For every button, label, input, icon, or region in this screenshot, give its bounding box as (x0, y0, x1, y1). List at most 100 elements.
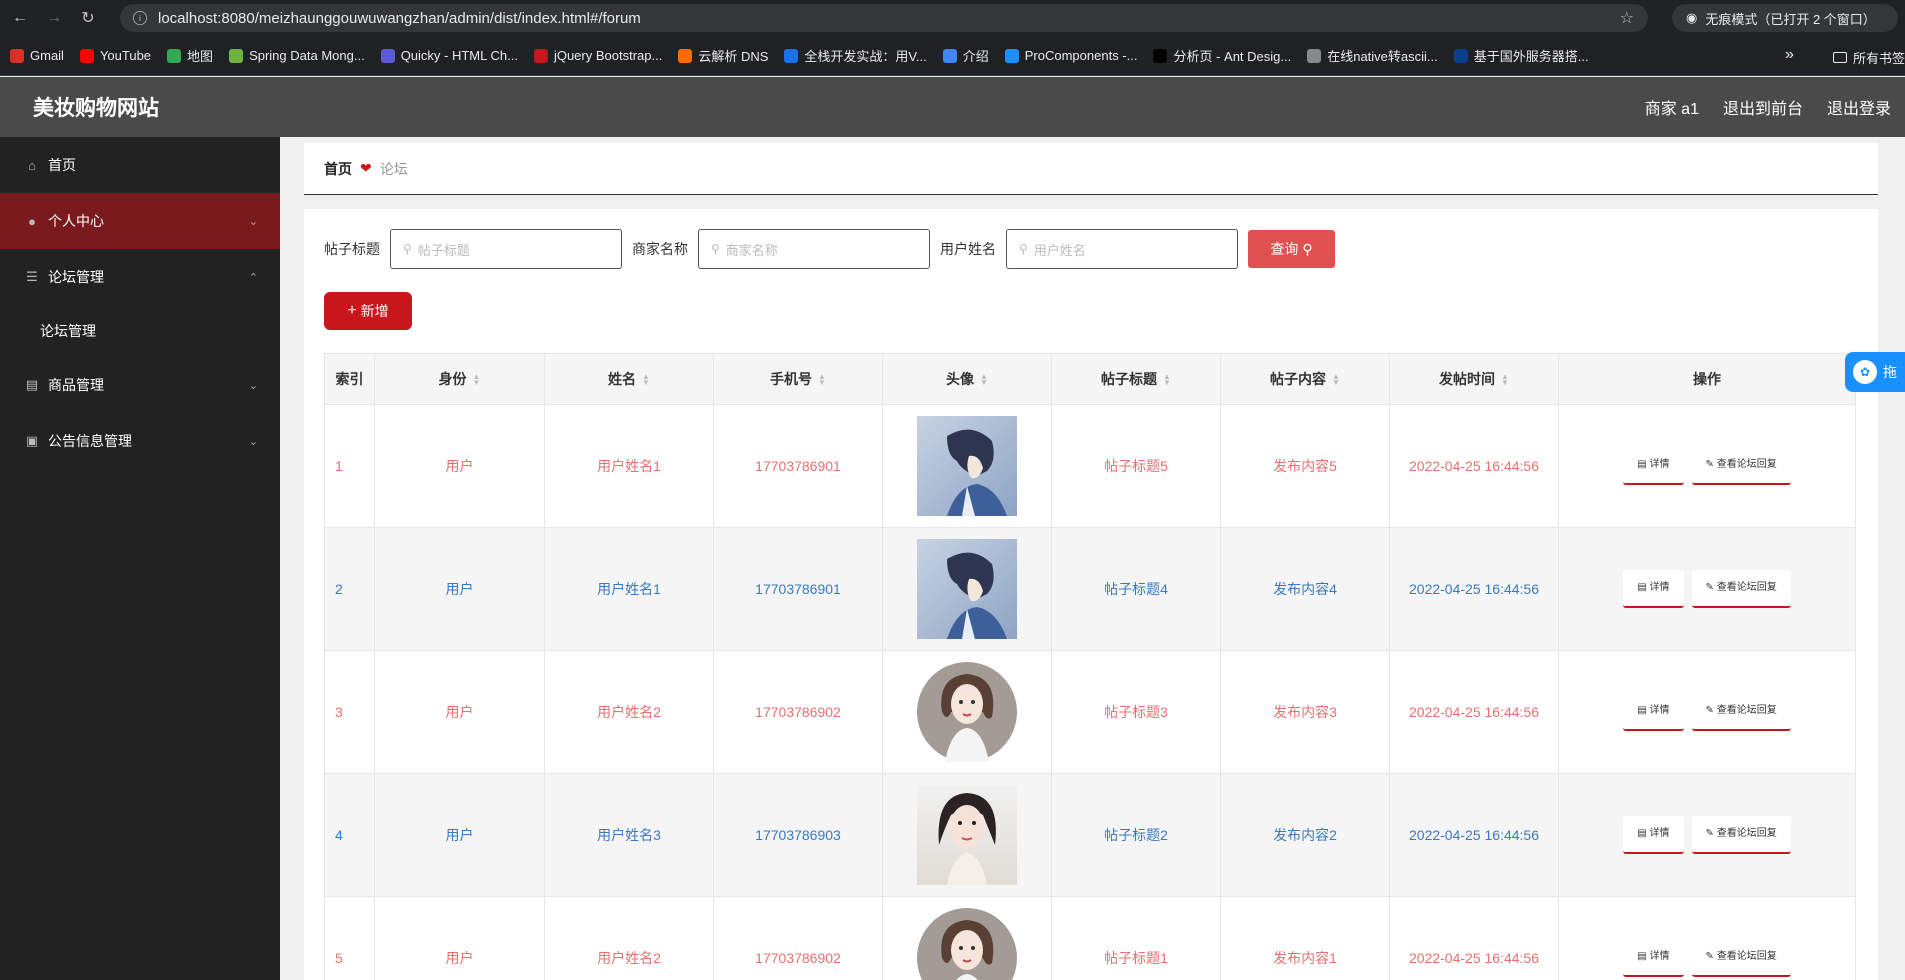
view-replies-label: 查看论坛回复 (1716, 705, 1777, 716)
search-icon: ⚲ (711, 242, 720, 256)
sidebar-item-label: 商品管理 (48, 377, 104, 393)
bookmark-label: 地图 (187, 49, 214, 64)
sort-icon[interactable]: ▲ ▼ (818, 373, 826, 387)
table-row: 1 用户 用户姓名1 17703786901 帖子标题5 发布内容5 2022-04-25 … (324, 404, 1856, 528)
cell-time: 2022-04-25 16:44:56 (1389, 527, 1559, 651)
bookmark-item[interactable]: ProComponents -... (1004, 48, 1137, 63)
detail-button-label: 详情 (1649, 582, 1670, 593)
sidebar-item-label: 公告信息管理 (48, 433, 132, 449)
bookmark-item[interactable]: 在线native转ascii... (1307, 46, 1438, 65)
query-button-label: 查询 (1270, 241, 1299, 257)
bookmark-item[interactable]: 介绍 (942, 46, 989, 65)
intro-icon (942, 48, 957, 63)
cell-role: 用户 (374, 896, 545, 980)
sort-icon[interactable]: ▲ ▼ (980, 373, 988, 387)
table-row: 3 用户 用户姓名2 17703786902 帖子标题3 发布内容3 2022-04-25 … (324, 650, 1856, 774)
sidebar-item-personal[interactable]: ● 个人中心 ⌄ (0, 193, 280, 249)
cell-phone: 17703786901 (713, 404, 883, 528)
user-search-input[interactable]: ⚲ 用户姓名 (1006, 229, 1238, 269)
forward-icon[interactable]: → (40, 4, 68, 32)
sort-icon[interactable]: ▲ ▼ (473, 373, 481, 387)
column-header[interactable]: 手机号 ▲ ▼ (713, 353, 883, 405)
cell-name: 用户姓名2 (544, 896, 714, 980)
sort-icon[interactable]: ▲ ▼ (1501, 373, 1509, 387)
bookmark-item[interactable]: jQuery Bootstrap... (533, 48, 662, 63)
bookmark-item[interactable]: 全栈开发实战：用V... (784, 46, 927, 65)
breadcrumb-home[interactable]: 首页 (324, 159, 352, 179)
search-form: 帖子标题 ⚲ 帖子标题 商家名称 ⚲ 商家名称 用户姓名 ⚲ 用户姓名 查询 ⚲ (324, 229, 1335, 269)
view-replies-button[interactable]: ✎ 查看论坛回复 (1691, 447, 1791, 485)
cell-title: 帖子标题5 (1051, 404, 1221, 528)
actions-cell: ▤ 详情 ✎ 查看论坛回复 (1558, 650, 1856, 774)
column-header[interactable]: 帖子标题 ▲ ▼ (1051, 353, 1221, 405)
edit-icon: ✎ (1705, 828, 1717, 839)
all-bookmarks[interactable]: 所有书签 (1833, 48, 1905, 67)
column-header-label: 姓名 (608, 371, 637, 387)
column-header-label: 帖子标题 (1101, 371, 1158, 387)
column-header[interactable]: 帖子内容 ▲ ▼ (1220, 353, 1390, 405)
sidebar-item-goods[interactable]: ▤ 商品管理 ⌄ (0, 357, 280, 413)
sort-icon[interactable]: ▲ ▼ (1332, 373, 1340, 387)
cell-content: 发布内容1 (1220, 896, 1390, 980)
column-header[interactable]: 发帖时间 ▲ ▼ (1389, 353, 1559, 405)
bookmark-item[interactable]: 基于国外服务器搭... (1453, 46, 1589, 65)
view-replies-button[interactable]: ✎ 查看论坛回复 (1691, 939, 1791, 977)
gmail-icon (10, 48, 24, 63)
bookmark-item[interactable]: Gmail (10, 48, 64, 63)
list-icon: ☰ (26, 269, 38, 284)
back-icon[interactable]: ← (6, 4, 34, 32)
column-header[interactable]: 姓名 ▲ ▼ (544, 353, 714, 405)
star-icon[interactable]: ☆ (1620, 8, 1634, 28)
sidebar-item-label: 论坛管理 (40, 323, 96, 339)
floating-drag-button[interactable]: ✿ 拖 (1845, 352, 1905, 392)
current-user: 商家 a1 (1644, 101, 1699, 118)
bookmark-label: 全栈开发实战：用V... (804, 49, 927, 64)
bookmarks-bar: Gmail YouTube 地图 Spring Data Mong... Quicky … (0, 36, 1905, 76)
document-icon: ▤ (1637, 459, 1650, 470)
bookmark-item[interactable]: 地图 (167, 46, 213, 65)
title-search-label: 帖子标题 (324, 241, 380, 257)
sidebar-item-home[interactable]: ⌂ 首页 (0, 137, 280, 193)
detail-button[interactable]: ▤ 详情 (1623, 570, 1684, 608)
incognito-badge[interactable]: ◉ 无痕模式（已打开 2 个窗口） (1672, 4, 1898, 32)
logout-link[interactable]: 退出登录 (1827, 95, 1891, 119)
bookmark-label: Gmail (30, 48, 64, 63)
youtube-icon (79, 48, 94, 63)
view-replies-button[interactable]: ✎ 查看论坛回复 (1691, 570, 1791, 608)
bookmark-item[interactable]: Quicky - HTML Ch... (380, 48, 518, 63)
sort-icon[interactable]: ▲ ▼ (1163, 373, 1171, 387)
detail-button[interactable]: ▤ 详情 (1623, 693, 1684, 731)
address-bar[interactable]: i localhost:8080/meizhaunggouwuwangzhan/… (120, 4, 1648, 32)
reload-icon[interactable]: ↻ (74, 4, 102, 32)
view-replies-button[interactable]: ✎ 查看论坛回复 (1691, 693, 1791, 731)
to-front-link[interactable]: 退出到前台 (1723, 95, 1803, 119)
merchant-search-input[interactable]: ⚲ 商家名称 (698, 229, 930, 269)
avatar (917, 908, 1017, 980)
cell-time: 2022-04-25 16:44:56 (1389, 896, 1559, 980)
detail-button[interactable]: ▤ 详情 (1623, 447, 1684, 485)
cell-content: 发布内容5 (1220, 404, 1390, 528)
info-icon[interactable]: i (133, 11, 147, 25)
query-button[interactable]: 查询 ⚲ (1248, 230, 1335, 268)
cell-phone: 17703786901 (713, 527, 883, 651)
view-replies-button[interactable]: ✎ 查看论坛回复 (1691, 816, 1791, 854)
bookmark-item[interactable]: 分析页 - Ant Desig... (1153, 46, 1291, 65)
sidebar-subitem-forum[interactable]: 论坛管理 (0, 305, 280, 357)
sidebar-item-forum[interactable]: ☰ 论坛管理 ⌃ (0, 249, 280, 305)
detail-button[interactable]: ▤ 详情 (1623, 816, 1684, 854)
bookmark-item[interactable]: YouTube (79, 48, 151, 63)
cell-role: 用户 (374, 650, 545, 774)
column-header[interactable]: 头像 ▲ ▼ (882, 353, 1052, 405)
detail-button[interactable]: ▤ 详情 (1623, 939, 1684, 977)
add-button[interactable]: + 新增 (324, 292, 412, 330)
cell-index: 3 (324, 650, 375, 774)
bookmark-label: 云解析 DNS (698, 49, 769, 64)
bookmark-item[interactable]: Spring Data Mong... (229, 48, 365, 63)
column-header[interactable]: 身份 ▲ ▼ (374, 353, 545, 405)
search-icon: ⚲ (403, 242, 412, 256)
bookmark-item[interactable]: 云解析 DNS (678, 46, 768, 65)
sidebar-item-notice[interactable]: ▣ 公告信息管理 ⌄ (0, 413, 280, 469)
more-bookmarks-icon[interactable]: » (1785, 46, 1794, 64)
title-search-input[interactable]: ⚲ 帖子标题 (390, 229, 622, 269)
sort-icon[interactable]: ▲ ▼ (642, 373, 650, 387)
